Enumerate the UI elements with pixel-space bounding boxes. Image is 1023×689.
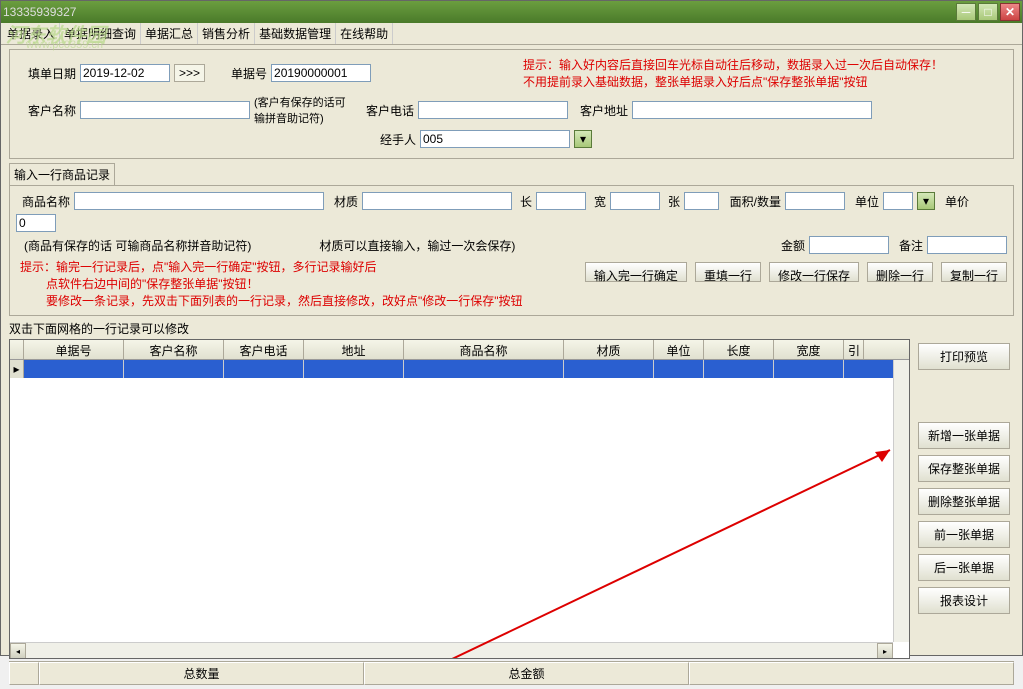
vertical-scrollbar[interactable] xyxy=(893,360,909,642)
address-label: 客户地址 xyxy=(572,102,628,119)
remark-label: 备注 xyxy=(893,237,923,254)
handler-input[interactable] xyxy=(420,130,570,148)
amount-label: 金额 xyxy=(775,237,805,254)
grid-selected-row[interactable]: ▸ xyxy=(10,360,909,378)
col-address[interactable]: 地址 xyxy=(304,340,404,359)
docno-label: 单据号 xyxy=(217,65,267,82)
menu-entry[interactable]: 单据录入 xyxy=(3,23,60,44)
col-docno[interactable]: 单据号 xyxy=(24,340,124,359)
unit-dropdown-icon[interactable]: ▾ xyxy=(917,192,935,210)
menu-summary[interactable]: 单据汇总 xyxy=(141,23,198,44)
amount-input[interactable] xyxy=(809,236,889,254)
next-doc-button[interactable]: 后一张单据 xyxy=(918,554,1010,581)
col-width[interactable]: 宽度 xyxy=(774,340,844,359)
product-section-title: 输入一行商品记录 xyxy=(9,163,115,185)
material-label: 材质 xyxy=(328,193,358,210)
sheets-label: 张 xyxy=(664,193,680,210)
phone-input[interactable] xyxy=(418,101,568,119)
docno-input[interactable] xyxy=(271,64,371,82)
delete-row-button[interactable]: 删除一行 xyxy=(867,262,933,282)
date-picker-button[interactable]: >>> xyxy=(174,64,205,82)
hint-line-2: 不用提前录入基础数据，整张单据录入好后点"保存整张单据"按钮 xyxy=(523,73,943,90)
width-input[interactable] xyxy=(610,192,660,210)
save-row-button[interactable]: 修改一行保存 xyxy=(769,262,859,282)
handler-label: 经手人 xyxy=(360,131,416,148)
grid-title: 双击下面网格的一行记录可以修改 xyxy=(9,318,1014,339)
scroll-left-icon[interactable]: ◂ xyxy=(10,643,26,659)
prodname-input[interactable] xyxy=(74,192,324,210)
menu-basedata[interactable]: 基础数据管理 xyxy=(255,23,336,44)
scroll-right-icon[interactable]: ▸ xyxy=(877,643,893,659)
price-label: 单价 xyxy=(939,193,969,210)
price-input[interactable] xyxy=(16,214,56,232)
new-doc-button[interactable]: 新增一张单据 xyxy=(918,422,1010,449)
product-form: 商品名称 材质 长 宽 张 面积/数量 单位 ▾ 单价 (商品有保 xyxy=(9,185,1014,316)
title-text: 13335939327 xyxy=(3,5,956,19)
length-label: 长 xyxy=(516,193,532,210)
prev-doc-button[interactable]: 前一张单据 xyxy=(918,521,1010,548)
area-input[interactable] xyxy=(785,192,845,210)
customer-label: 客户名称 xyxy=(16,102,76,119)
side-button-panel: 打印预览 新增一张单据 保存整张单据 删除整张单据 前一张单据 后一张单据 报表… xyxy=(914,339,1014,659)
col-material[interactable]: 材质 xyxy=(564,340,654,359)
prodname-hint: (商品有保存的话 可输商品名称拼音助记符) xyxy=(24,237,251,254)
customer-hint: (客户有保存的话可输拼音助记符) xyxy=(254,94,354,126)
product-hint-3: 要修改一条记录，先双击下面列表的一行记录，然后直接修改，改好点"修改一行保存"按… xyxy=(46,292,585,309)
titlebar: 13335939327 ─ □ ✕ xyxy=(1,1,1022,23)
menubar: 单据录入 单据明细查询 单据汇总 销售分析 基础数据管理 在线帮助 xyxy=(1,23,1022,45)
minimize-button[interactable]: ─ xyxy=(956,3,976,21)
copy-row-button[interactable]: 复制一行 xyxy=(941,262,1007,282)
date-label: 填单日期 xyxy=(16,65,76,82)
remark-input[interactable] xyxy=(927,236,1007,254)
close-button[interactable]: ✕ xyxy=(1000,3,1020,21)
menu-query[interactable]: 单据明细查询 xyxy=(60,23,141,44)
col-length[interactable]: 长度 xyxy=(704,340,774,359)
total-amount-label: 总金额 xyxy=(364,662,689,685)
date-input[interactable] xyxy=(80,64,170,82)
unit-input[interactable] xyxy=(883,192,913,210)
material-input[interactable] xyxy=(362,192,512,210)
customer-input[interactable] xyxy=(80,101,250,119)
print-preview-button[interactable]: 打印预览 xyxy=(918,343,1010,370)
product-hint-2: 点软件右边中间的"保存整张单据"按钮！ xyxy=(46,275,585,292)
status-bar: 总数量 总金额 xyxy=(9,661,1014,685)
handler-dropdown-icon[interactable]: ▾ xyxy=(574,130,592,148)
save-doc-button[interactable]: 保存整张单据 xyxy=(918,455,1010,482)
total-qty-label: 总数量 xyxy=(39,662,364,685)
col-unit[interactable]: 单位 xyxy=(654,340,704,359)
phone-label: 客户电话 xyxy=(358,102,414,119)
menu-analysis[interactable]: 销售分析 xyxy=(198,23,255,44)
product-hint-1: 提示：输完一行记录后，点"输入完一行确定"按钮，多行记录输好后 xyxy=(20,258,585,275)
length-input[interactable] xyxy=(536,192,586,210)
col-product[interactable]: 商品名称 xyxy=(404,340,564,359)
address-input[interactable] xyxy=(632,101,872,119)
row-indicator-icon: ▸ xyxy=(10,360,24,378)
report-design-button[interactable]: 报表设计 xyxy=(918,587,1010,614)
area-label: 面积/数量 xyxy=(723,193,781,210)
menu-help[interactable]: 在线帮助 xyxy=(336,23,393,44)
prodname-label: 商品名称 xyxy=(16,193,70,210)
hint-line-1: 提示：输入好内容后直接回车光标自动往后移动，数据录入过一次后自动保存！ xyxy=(523,56,943,73)
data-grid[interactable]: 单据号 客户名称 客户电话 地址 商品名称 材质 单位 长度 宽度 引 ▸ xyxy=(9,339,910,659)
refill-row-button[interactable]: 重填一行 xyxy=(695,262,761,282)
material-hint: 材质可以直接输入，输过一次会保存) xyxy=(319,237,515,254)
col-customer[interactable]: 客户名称 xyxy=(124,340,224,359)
header-form: 填单日期 >>> 单据号 提示：输入好内容后直接回车光标自动往后移动，数据录入过… xyxy=(9,49,1014,159)
maximize-button[interactable]: □ xyxy=(978,3,998,21)
sheets-input[interactable] xyxy=(684,192,719,210)
unit-label: 单位 xyxy=(849,193,879,210)
col-more[interactable]: 引 xyxy=(844,340,864,359)
width-label: 宽 xyxy=(590,193,606,210)
delete-doc-button[interactable]: 删除整张单据 xyxy=(918,488,1010,515)
confirm-row-button[interactable]: 输入完一行确定 xyxy=(585,262,687,282)
col-phone[interactable]: 客户电话 xyxy=(224,340,304,359)
